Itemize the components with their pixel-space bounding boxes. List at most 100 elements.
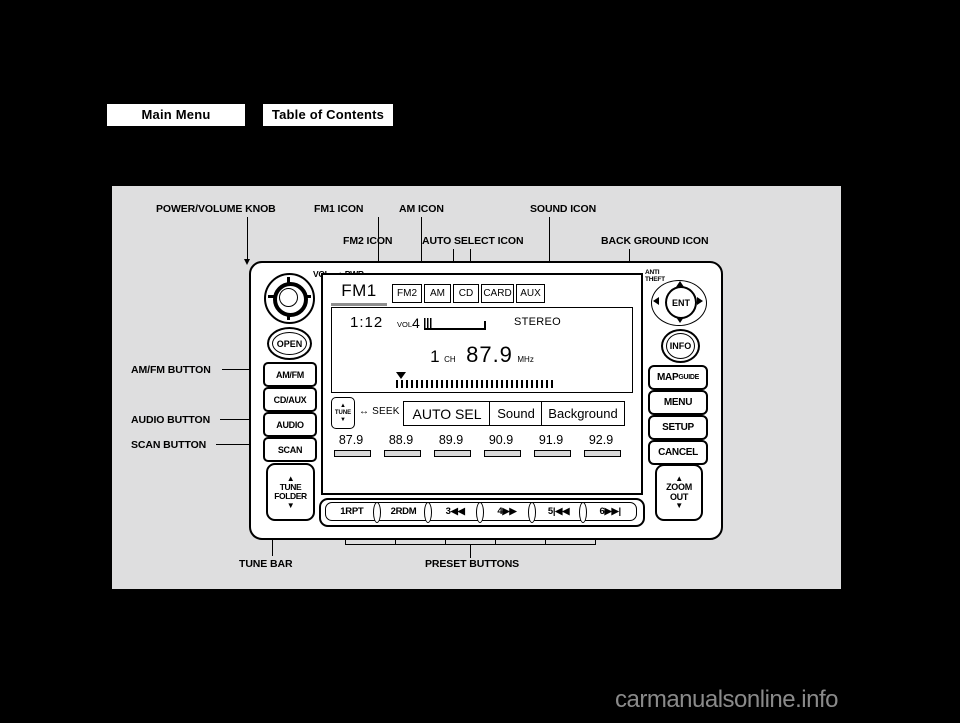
leader-line-preset-buttons bbox=[470, 544, 471, 558]
enter-button-label: ENT bbox=[672, 297, 690, 308]
clock-readout: 1:12 bbox=[350, 314, 384, 331]
dpad-right-icon[interactable] bbox=[697, 297, 703, 305]
button-scan[interactable]: SCAN bbox=[263, 437, 317, 462]
table-of-contents-button[interactable]: Table of Contents bbox=[262, 103, 394, 127]
tab-aux[interactable]: AUX bbox=[516, 284, 545, 303]
button-cancel-label: CANCEL bbox=[658, 447, 698, 458]
tune-seek-key[interactable]: ▲ TUNE ▼ bbox=[331, 397, 355, 429]
site-watermark: carmanualsonline.info bbox=[615, 686, 838, 713]
info-button[interactable]: INFO bbox=[661, 329, 700, 363]
volume-value: 4 bbox=[412, 315, 420, 331]
leader-bracket-preset-buttons bbox=[345, 544, 595, 545]
tune-down-icon[interactable]: ▼ bbox=[340, 417, 346, 424]
softkey-auto-sel[interactable]: AUTO SEL bbox=[403, 401, 491, 426]
callout-fm1-icon: FM1 ICON bbox=[314, 203, 364, 215]
callout-tune-bar: TUNE BAR bbox=[239, 558, 293, 570]
seek-label: ↔ SEEK bbox=[359, 406, 400, 417]
tab-fm1-label: FM1 bbox=[341, 281, 377, 300]
main-menu-button[interactable]: Main Menu bbox=[106, 103, 246, 127]
illustration-panel: POWER/VOLUME KNOB FM1 ICON AM ICON SOUND… bbox=[112, 186, 841, 589]
tune-up-icon[interactable]: ▲ bbox=[340, 403, 346, 410]
tab-fm2[interactable]: FM2 bbox=[392, 284, 422, 303]
preset-frequency-bar-5 bbox=[534, 450, 571, 457]
preset-frequency-bar-1 bbox=[334, 450, 371, 457]
button-audio[interactable]: AUDIO bbox=[263, 412, 317, 437]
callout-preset-buttons: PRESET BUTTONS bbox=[425, 558, 520, 570]
zoom-out-button[interactable]: ▲ ZOOM OUT ▼ bbox=[655, 464, 703, 521]
top-navigation: Main Menu Table of Contents bbox=[106, 103, 394, 127]
softkey-auto-sel-label: AUTO SEL bbox=[412, 405, 482, 422]
preset-frequency-bar-3 bbox=[434, 450, 471, 457]
tune-folder-down-icon[interactable]: ▼ bbox=[287, 501, 295, 510]
enter-button[interactable]: ENT bbox=[665, 286, 697, 319]
button-audio-label: AUDIO bbox=[276, 419, 304, 430]
leader-arrow-power-volume-knob bbox=[243, 259, 250, 265]
preset-frequency-bar-4 bbox=[484, 450, 521, 457]
soft-key-row: ▲ TUNE ▼ ↔ SEEK AUTO SEL Sound Backgroun… bbox=[331, 397, 631, 429]
volume-knob[interactable] bbox=[264, 273, 315, 324]
tab-card-label: CARD bbox=[483, 288, 512, 299]
preset-frequency-1: 87.9 bbox=[338, 433, 364, 447]
callout-sound-icon: SOUND ICON bbox=[530, 203, 597, 215]
button-menu[interactable]: MENU bbox=[648, 390, 708, 415]
leader-line-power-volume-knob bbox=[247, 217, 248, 262]
status-row: 1:12 VOL 4 STEREO bbox=[332, 314, 632, 332]
volume-bar bbox=[424, 318, 486, 330]
tune-bar[interactable] bbox=[396, 372, 556, 388]
preset-button-5[interactable]: 5 |◀◀ bbox=[533, 502, 588, 523]
preset-button-4-mode: ▶▶ bbox=[502, 506, 517, 517]
dpad-left-icon[interactable] bbox=[653, 297, 659, 305]
softkey-background[interactable]: Background bbox=[541, 401, 625, 426]
tab-card[interactable]: CARD bbox=[481, 284, 514, 303]
callout-power-volume-knob: POWER/VOLUME KNOB bbox=[156, 203, 276, 215]
directional-pad[interactable]: ENT bbox=[651, 280, 707, 326]
button-setup[interactable]: SETUP bbox=[648, 415, 708, 440]
tab-fm1[interactable]: FM1 bbox=[328, 279, 390, 306]
button-cancel[interactable]: CANCEL bbox=[648, 440, 708, 465]
preset-button-3[interactable]: 3 ◀◀ bbox=[429, 502, 485, 523]
button-amfm[interactable]: AM/FM bbox=[263, 362, 317, 387]
anti-theft-line-1: ANTI bbox=[645, 269, 660, 276]
tab-cd-label: CD bbox=[458, 288, 474, 299]
tab-cd[interactable]: CD bbox=[453, 284, 479, 303]
preset-button-2[interactable]: 2 RDM bbox=[378, 502, 433, 523]
preset-button-4[interactable]: 4 ▶▶ bbox=[481, 502, 536, 523]
volume-bar-end-cap bbox=[484, 321, 486, 330]
preset-button-6[interactable]: 6 ▶▶| bbox=[584, 503, 636, 520]
callout-am-icon: AM ICON bbox=[399, 203, 444, 215]
preset-frequency-3: 89.9 bbox=[438, 433, 464, 447]
button-cdaux[interactable]: CD/AUX bbox=[263, 387, 317, 412]
button-scan-label: SCAN bbox=[277, 444, 303, 455]
tune-key-label: TUNE bbox=[334, 409, 352, 416]
channel-number: 1 bbox=[430, 347, 440, 366]
volume-label: VOL bbox=[397, 320, 413, 329]
radio-info-screen: 1:12 VOL 4 STEREO 1 CH 87.9 MHz bbox=[331, 307, 633, 393]
leader-line-scan-button bbox=[216, 444, 252, 445]
callout-back-ground-icon: BACK GROUND ICON bbox=[601, 235, 709, 247]
frequency-unit: MHz bbox=[517, 355, 534, 364]
preset-button-1[interactable]: 1 RPT bbox=[326, 502, 381, 523]
stereo-indicator: STEREO bbox=[514, 316, 562, 328]
zoom-down-icon[interactable]: ▼ bbox=[675, 502, 683, 510]
source-tab-bar: FM1 FM2 AM CD CARD AUX bbox=[328, 279, 545, 306]
tune-bar-ticks bbox=[396, 380, 556, 388]
open-button-label: OPEN bbox=[276, 338, 303, 349]
softkey-sound[interactable]: Sound bbox=[489, 401, 543, 426]
tab-aux-label: AUX bbox=[520, 288, 541, 299]
preset-button-6-mode: ▶▶| bbox=[604, 506, 622, 517]
tune-folder-button[interactable]: ▲ TUNE FOLDER ▼ bbox=[266, 463, 315, 521]
preset-frequency-4: 90.9 bbox=[488, 433, 514, 447]
button-mapguide[interactable]: MAP GUIDE bbox=[648, 365, 708, 390]
preset-frequency-bar-6 bbox=[584, 450, 621, 457]
preset-button-5-mode: |◀◀ bbox=[552, 506, 570, 517]
channel-label: CH bbox=[444, 355, 456, 364]
callout-auto-select-icon: AUTO SELECT ICON bbox=[422, 235, 524, 247]
callout-fm2-icon: FM2 ICON bbox=[343, 235, 393, 247]
softkey-sound-label: Sound bbox=[497, 406, 535, 421]
info-button-label: INFO bbox=[669, 341, 692, 351]
tab-am[interactable]: AM bbox=[424, 284, 451, 303]
button-amfm-label: AM/FM bbox=[276, 369, 304, 380]
preset-frequency-row: 87.9 88.9 89.9 90.9 91.9 92.9 bbox=[327, 433, 637, 463]
button-mapguide-sublabel: GUIDE bbox=[678, 374, 699, 381]
open-button[interactable]: OPEN bbox=[267, 327, 312, 360]
